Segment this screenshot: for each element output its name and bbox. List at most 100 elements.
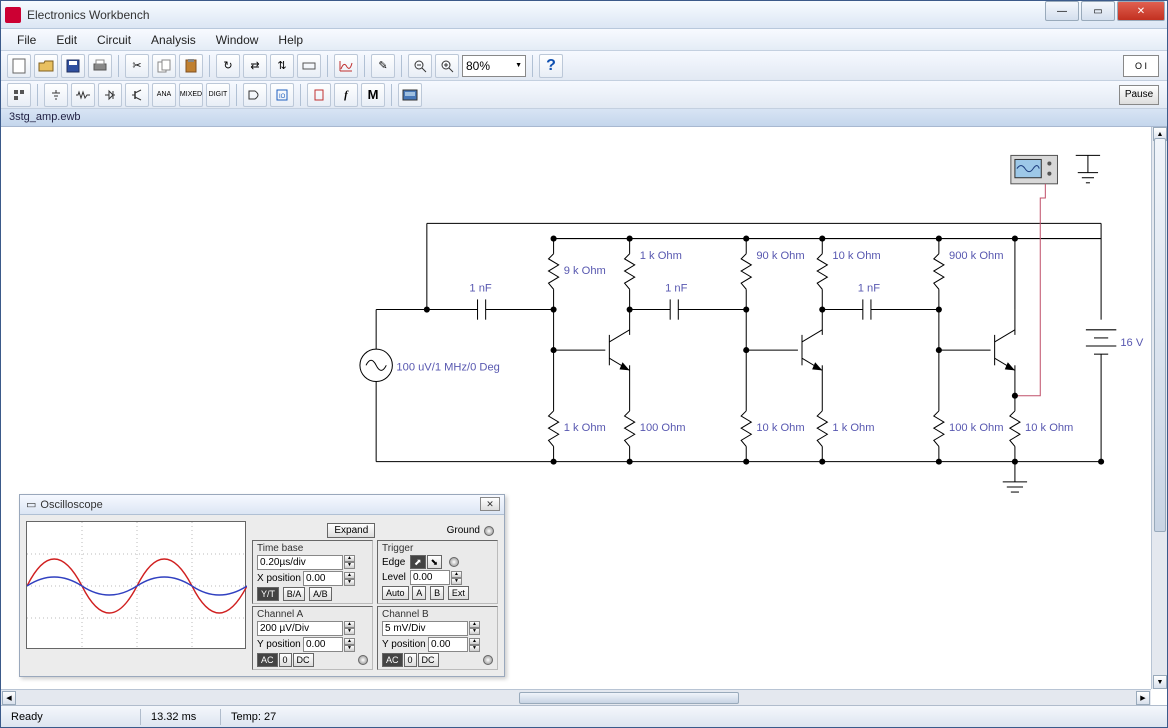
cha-ac-button[interactable]: AC xyxy=(257,653,278,667)
chb-ac-button[interactable]: AC xyxy=(382,653,403,667)
hscroll-thumb[interactable] xyxy=(519,692,739,704)
graph-button[interactable] xyxy=(334,54,358,78)
toolbar-components: ANA MIXED DIGIT IO f M Pause xyxy=(1,81,1167,109)
transistors-bin[interactable] xyxy=(125,83,149,107)
analog-ics-bin[interactable]: ANA xyxy=(152,83,176,107)
vscroll-thumb[interactable] xyxy=(1154,138,1166,531)
scroll-right-button[interactable]: ▶ xyxy=(1136,691,1150,705)
ab-button[interactable]: A/B xyxy=(309,587,332,601)
cha-scale-down[interactable]: ▼ xyxy=(344,628,355,635)
cha-scale-up[interactable]: ▲ xyxy=(344,621,355,628)
window-title: Electronics Workbench xyxy=(27,8,1163,22)
misc-bin[interactable]: M xyxy=(361,83,385,107)
open-button[interactable] xyxy=(34,54,58,78)
basic-bin[interactable] xyxy=(71,83,95,107)
scope-expand-button[interactable]: Expand xyxy=(327,523,375,538)
mixed-ics-bin[interactable]: MIXED xyxy=(179,83,203,107)
pause-button[interactable]: Pause xyxy=(1119,85,1159,105)
ba-button[interactable]: B/A xyxy=(283,587,306,601)
oscilloscope-title: Oscilloscope xyxy=(40,499,102,511)
oscilloscope-window[interactable]: ▭ Oscilloscope ✕ xyxy=(19,494,505,677)
trigger-a-button[interactable]: A xyxy=(412,586,426,600)
diodes-bin[interactable] xyxy=(98,83,122,107)
menu-help[interactable]: Help xyxy=(268,31,313,49)
trigger-ext-button[interactable]: Ext xyxy=(448,586,469,600)
scroll-left-button[interactable]: ◀ xyxy=(2,691,16,705)
cut-button[interactable]: ✂ xyxy=(125,54,149,78)
menu-circuit[interactable]: Circuit xyxy=(87,31,141,49)
instruments-bin[interactable] xyxy=(398,83,422,107)
controls-bin[interactable]: f xyxy=(334,83,358,107)
zoom-combo[interactable]: 80%▼ xyxy=(462,55,526,77)
zoom-out-button[interactable] xyxy=(408,54,432,78)
xpos-input[interactable]: 0.00 xyxy=(303,571,343,586)
schematic-canvas[interactable]: 16 V 100 uV/1 MHz/0 Deg xyxy=(1,127,1167,705)
chb-scale-up[interactable]: ▲ xyxy=(469,621,480,628)
chb-scale-input[interactable]: 5 mV/Div xyxy=(382,621,468,636)
favorites-bin[interactable] xyxy=(7,83,31,107)
new-button[interactable] xyxy=(7,54,31,78)
chb-dc-button[interactable]: DC xyxy=(418,653,439,667)
timebase-scale-up[interactable]: ▲ xyxy=(344,555,355,562)
menu-analysis[interactable]: Analysis xyxy=(141,31,206,49)
menu-file[interactable]: File xyxy=(7,31,46,49)
minimize-button[interactable]: — xyxy=(1045,1,1079,21)
yt-button[interactable]: Y/T xyxy=(257,587,279,601)
cha-ypos-up[interactable]: ▲ xyxy=(344,638,355,645)
close-button[interactable]: ✕ xyxy=(1117,1,1165,21)
level-down[interactable]: ▼ xyxy=(451,578,462,585)
oscilloscope-titlebar[interactable]: ▭ Oscilloscope ✕ xyxy=(20,495,504,515)
menu-edit[interactable]: Edit xyxy=(46,31,87,49)
trigger-auto-button[interactable]: Auto xyxy=(382,586,409,600)
level-up[interactable]: ▲ xyxy=(451,571,462,578)
paste-button[interactable] xyxy=(179,54,203,78)
copy-button[interactable] xyxy=(152,54,176,78)
help-button[interactable]: ? xyxy=(539,54,563,78)
sources-bin[interactable] xyxy=(44,83,68,107)
r-top3-label: 90 k Ohm xyxy=(756,250,804,262)
timebase-scale-down[interactable]: ▼ xyxy=(344,562,355,569)
chb-ypos-input[interactable]: 0.00 xyxy=(428,637,468,652)
power-switch[interactable]: O I xyxy=(1123,55,1159,77)
chb-zero-button[interactable]: 0 xyxy=(404,653,417,667)
svg-text:IO: IO xyxy=(279,94,286,100)
cha-ypos-input[interactable]: 0.00 xyxy=(303,637,343,652)
edge-rise-button[interactable]: ⬈ xyxy=(410,555,426,569)
chb-ypos-up[interactable]: ▲ xyxy=(469,638,480,645)
timebase-scale-input[interactable]: 0.20µs/div xyxy=(257,555,343,570)
menu-window[interactable]: Window xyxy=(206,31,269,49)
edge-label: Edge xyxy=(382,557,410,568)
component-props-button[interactable]: ✎ xyxy=(371,54,395,78)
document-tab[interactable]: 3stg_amp.ewb xyxy=(1,109,1167,127)
oscilloscope-close-button[interactable]: ✕ xyxy=(480,497,500,511)
chb-scale-down[interactable]: ▼ xyxy=(469,628,480,635)
flip-v-button[interactable]: ⇅ xyxy=(270,54,294,78)
trigger-b-button[interactable]: B xyxy=(430,586,444,600)
oscilloscope-display[interactable] xyxy=(26,521,246,649)
save-button[interactable] xyxy=(61,54,85,78)
flip-h-button[interactable]: ⇄ xyxy=(243,54,267,78)
scroll-down-button[interactable]: ▼ xyxy=(1153,675,1167,689)
subcircuit-button[interactable] xyxy=(297,54,321,78)
horizontal-scrollbar[interactable]: ◀▶ xyxy=(1,689,1151,705)
print-button[interactable] xyxy=(88,54,112,78)
cha-dc-button[interactable]: DC xyxy=(293,653,314,667)
timebase-header: Time base xyxy=(257,543,368,554)
edge-fall-button[interactable]: ⬊ xyxy=(427,555,443,569)
indicators-bin[interactable] xyxy=(307,83,331,107)
cha-ypos-down[interactable]: ▼ xyxy=(344,645,355,652)
cha-zero-button[interactable]: 0 xyxy=(279,653,292,667)
chb-ypos-down[interactable]: ▼ xyxy=(469,645,480,652)
oscilloscope-instrument[interactable] xyxy=(1011,155,1058,183)
maximize-button[interactable]: ▭ xyxy=(1081,1,1115,21)
zoom-in-button[interactable] xyxy=(435,54,459,78)
digital-ics-bin[interactable]: DIGIT xyxy=(206,83,230,107)
digital-bin[interactable]: IO xyxy=(270,83,294,107)
level-input[interactable]: 0.00 xyxy=(410,570,450,585)
xpos-down[interactable]: ▼ xyxy=(344,579,355,586)
cha-scale-input[interactable]: 200 µV/Div xyxy=(257,621,343,636)
vertical-scrollbar[interactable]: ▲▼ xyxy=(1151,127,1167,689)
logic-gates-bin[interactable] xyxy=(243,83,267,107)
xpos-up[interactable]: ▲ xyxy=(344,572,355,579)
rotate-button[interactable]: ↻ xyxy=(216,54,240,78)
